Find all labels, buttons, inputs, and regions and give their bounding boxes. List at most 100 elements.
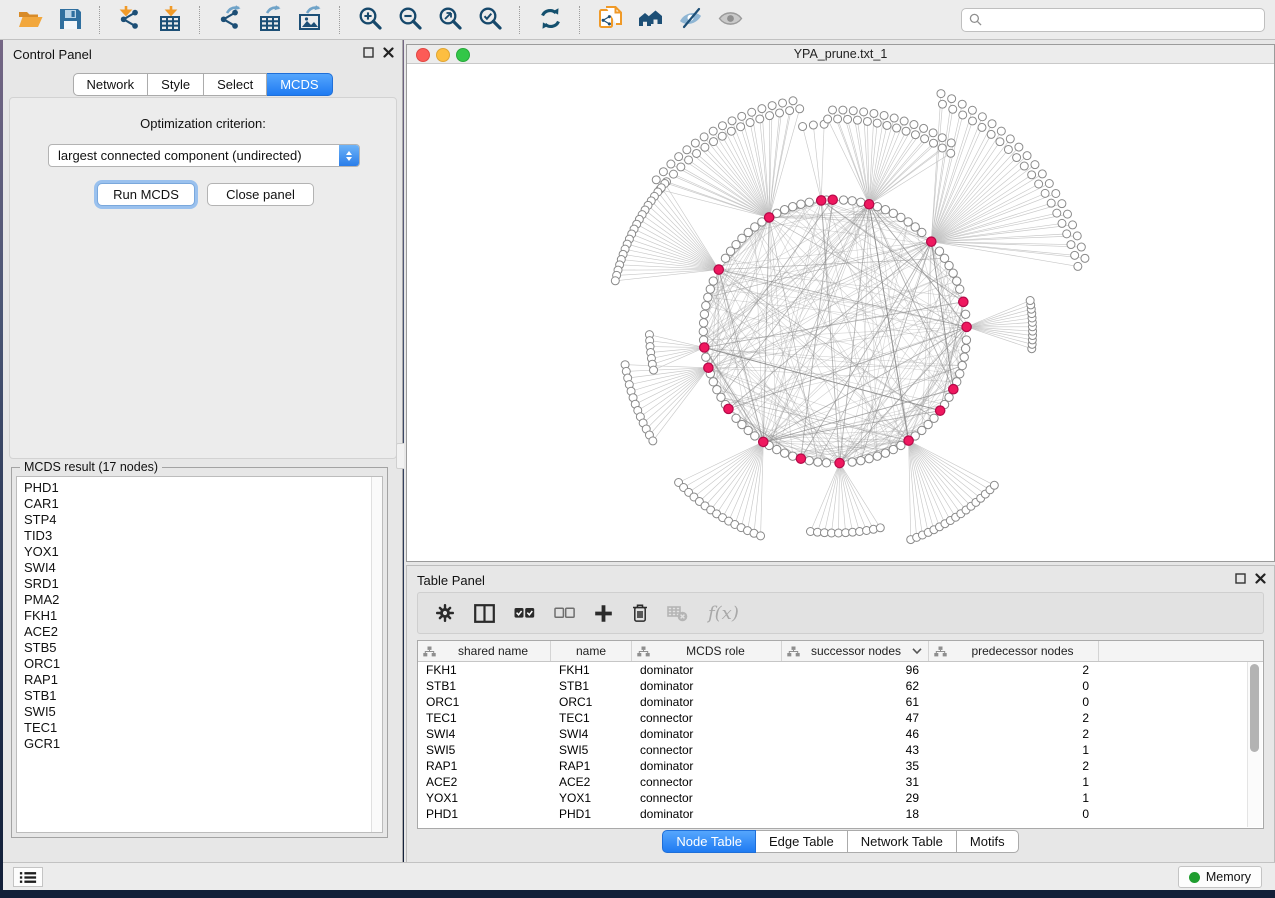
toolbar-separator [199,6,201,34]
show-all-button[interactable] [712,4,748,36]
memory-button[interactable]: Memory [1178,866,1262,888]
run-mcds-button[interactable]: Run MCDS [97,183,195,206]
window-zoom-light[interactable] [456,48,470,62]
cell: 62 [782,678,929,694]
mcds-result-list[interactable]: PHD1CAR1STP4TID3YOX1SWI4SRD1PMA2FKH1ACE2… [16,476,383,833]
mcds-node-item[interactable]: CAR1 [17,496,382,512]
cell: dominator [632,726,782,742]
table-panel-title: Table Panel [417,573,485,588]
table-scrollbar-thumb[interactable] [1250,664,1259,752]
mcds-node-item[interactable]: FKH1 [17,608,382,624]
add-column-button[interactable] [594,604,613,623]
mcds-node-item[interactable]: SWI5 [17,704,382,720]
table-row[interactable]: ACE2ACE2connector311 [418,774,1263,790]
network-graph[interactable] [407,64,1274,561]
zoom-in-button[interactable] [352,4,388,36]
table-tabs: Node TableEdge TableNetwork TableMotifs [407,830,1274,853]
table-settings-button[interactable] [435,603,455,623]
zoom-selected-icon [477,5,504,35]
delete-column-button[interactable] [632,603,648,623]
cell: 0 [929,694,1099,710]
tab-edge-table[interactable]: Edge Table [756,830,848,853]
mcds-list-scrollbar[interactable] [371,477,382,832]
tab-mcds[interactable]: MCDS [267,73,332,96]
mcds-node-item[interactable]: GCR1 [17,736,382,752]
column-header-successor-nodes[interactable]: successor nodes [782,641,929,661]
table-row[interactable]: ORC1ORC1dominator610 [418,694,1263,710]
list-icon [19,871,37,884]
mcds-node-item[interactable]: SRD1 [17,576,382,592]
mcds-node-item[interactable]: SWI4 [17,560,382,576]
split-panel-button[interactable] [474,604,495,623]
table-row[interactable]: SWI4SWI4dominator462 [418,726,1263,742]
table-row[interactable]: TEC1TEC1connector472 [418,710,1263,726]
refresh-button[interactable] [532,4,568,36]
search-box[interactable] [961,8,1265,32]
network-canvas[interactable] [407,64,1274,561]
mcds-node-item[interactable]: PHD1 [17,480,382,496]
search-icon [969,13,982,26]
column-header-shared-name[interactable]: shared name [418,641,551,661]
close-panel-icon[interactable] [383,47,394,58]
panels-menu-button[interactable] [13,867,43,887]
optimization-criterion-label: Optimization criterion: [10,116,396,131]
zoom-fit-button[interactable] [432,4,468,36]
table-row[interactable]: STB1STB1dominator620 [418,678,1263,694]
import-table-button[interactable] [152,4,188,36]
float-panel-icon[interactable] [363,47,374,58]
tab-motifs[interactable]: Motifs [957,830,1019,853]
column-header-MCDS-role[interactable]: MCDS role [632,641,782,661]
export-image-button[interactable] [292,4,328,36]
tab-style[interactable]: Style [148,73,204,96]
cell: 2 [929,758,1099,774]
export-network-button[interactable] [212,4,248,36]
zoom-out-button[interactable] [392,4,428,36]
table-row[interactable]: SWI5SWI5connector431 [418,742,1263,758]
delete-table-button [667,605,688,622]
window-minimize-light[interactable] [436,48,450,62]
import-network-button[interactable] [112,4,148,36]
close-table-panel-icon[interactable] [1255,573,1266,584]
float-table-panel-icon[interactable] [1235,573,1246,584]
mcds-node-item[interactable]: STP4 [17,512,382,528]
close-panel-button[interactable]: Close panel [207,183,314,206]
clear-selection-button[interactable] [554,607,575,619]
tab-select[interactable]: Select [204,73,267,96]
cell: STB1 [551,678,632,694]
mcds-node-item[interactable]: PMA2 [17,592,382,608]
search-input[interactable] [988,12,1257,28]
mcds-node-item[interactable]: RAP1 [17,672,382,688]
zoom-selected-button[interactable] [472,4,508,36]
open-file-button[interactable] [12,4,48,36]
table-row[interactable]: YOX1YOX1connector291 [418,790,1263,806]
criterion-select[interactable]: largest connected component (undirected) [48,144,360,167]
column-header-name[interactable]: name [551,641,632,661]
first-neighbors-button[interactable] [632,4,668,36]
cell: 1 [929,774,1099,790]
save-session-button[interactable] [52,4,88,36]
mcds-node-item[interactable]: ORC1 [17,656,382,672]
hide-selected-button[interactable] [672,4,708,36]
mcds-node-item[interactable]: TID3 [17,528,382,544]
table-scrollbar[interactable] [1247,662,1262,827]
mcds-node-item[interactable]: TEC1 [17,720,382,736]
table-row[interactable]: FKH1FKH1dominator962 [418,662,1263,678]
memory-label: Memory [1206,870,1251,884]
tab-network-table[interactable]: Network Table [848,830,957,853]
table-row[interactable]: PHD1PHD1dominator180 [418,806,1263,822]
table-row[interactable]: RAP1RAP1dominator352 [418,758,1263,774]
window-close-light[interactable] [416,48,430,62]
mcds-node-item[interactable]: ACE2 [17,624,382,640]
mcds-node-item[interactable]: YOX1 [17,544,382,560]
tab-node-table[interactable]: Node Table [662,830,756,853]
column-header-predecessor-nodes[interactable]: predecessor nodes [929,641,1099,661]
tab-network[interactable]: Network [72,73,148,96]
export-table-button[interactable] [252,4,288,36]
copy-network-button[interactable] [592,4,628,36]
svg-text:f(x): f(x) [707,603,739,624]
network-window-title: YPA_prune.txt_1 [407,45,1274,63]
mcds-node-item[interactable]: STB5 [17,640,382,656]
select-all-rows-button[interactable] [514,607,535,619]
mcds-node-item[interactable]: STB1 [17,688,382,704]
cell: SWI5 [551,742,632,758]
